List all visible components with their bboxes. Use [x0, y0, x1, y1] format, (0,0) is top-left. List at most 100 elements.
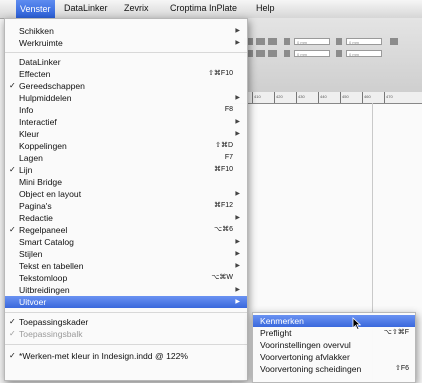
- submenu-arrow-icon: ▶: [235, 251, 240, 257]
- menu-item-schikken[interactable]: Schikken ▶: [5, 25, 247, 37]
- submenu-arrow-icon: ▶: [235, 40, 240, 46]
- submenu-item-voorvertoning-scheidingen[interactable]: Voorvertoning scheidingen ⇧F6: [253, 363, 415, 375]
- menu-item-object-en-layout[interactable]: Object en layout ▶: [5, 188, 247, 200]
- submenu-arrow-icon: ▶: [235, 28, 240, 34]
- menu-item-label: Toepassingsbalk: [19, 329, 83, 339]
- submenu-arrow-icon: ▶: [235, 191, 240, 197]
- submenu-item-shortcut: ⌥⇧⌘F: [383, 329, 409, 336]
- menu-item-label: Effecten: [19, 69, 51, 79]
- submenu-arrow-icon: ▶: [235, 131, 240, 137]
- menu-item-shortcut: ⌘F10: [213, 166, 233, 173]
- menu-item-smart-catalog[interactable]: Smart Catalog ▶: [5, 236, 247, 248]
- menu-item-shortcut: F7: [224, 154, 233, 161]
- indent-field[interactable]: 0 mm: [294, 50, 330, 57]
- menu-item-shortcut: ⌥⌘W: [211, 274, 233, 281]
- align-icon[interactable]: [268, 50, 277, 57]
- menu-separator: [5, 52, 247, 53]
- menu-item-koppelingen[interactable]: Koppelingen ⇧⌘D: [5, 140, 247, 152]
- checkmark-icon: ✓: [9, 81, 16, 90]
- menubar-item-venster[interactable]: Venster: [16, 0, 55, 18]
- ruler-line: [362, 92, 363, 103]
- menu-bar: Venster DataLinker Zevrix Croptima InPla…: [0, 0, 422, 19]
- menu-item-lagen[interactable]: Lagen F7: [5, 152, 247, 164]
- menu-item-label: Pagina's: [19, 201, 52, 211]
- menu-item-label: Kleur: [19, 129, 40, 139]
- submenu-arrow-icon: ▶: [235, 287, 240, 293]
- menu-item-interactief[interactable]: Interactief ▶: [5, 116, 247, 128]
- menu-item-info[interactable]: Info F8: [5, 104, 247, 116]
- submenu-item-preflight[interactable]: Preflight ⌥⇧⌘F: [253, 327, 415, 339]
- ruler-tick: 420: [276, 94, 283, 99]
- align-icon[interactable]: [256, 38, 265, 45]
- menu-item-uitbreidingen[interactable]: Uitbreidingen ▶: [5, 284, 247, 296]
- menu-item-mini-bridge[interactable]: Mini Bridge: [5, 176, 247, 188]
- menu-item-label: Redactie: [19, 213, 53, 223]
- menu-item-label: Uitvoer: [19, 297, 47, 307]
- menu-item-document-window[interactable]: ✓ *Werken-met kleur in Indesign.indd @ 1…: [5, 350, 247, 362]
- checkmark-icon: ✓: [9, 225, 16, 234]
- submenu-arrow-icon: ▶: [235, 263, 240, 269]
- spacing-icon: [336, 38, 342, 45]
- align-icon[interactable]: [256, 50, 265, 57]
- menubar-item-help[interactable]: Help: [256, 3, 275, 13]
- menu-item-label: Tekstomloop: [19, 273, 68, 283]
- menu-item-label: DataLinker: [19, 57, 61, 67]
- spacing-field[interactable]: 0 mm: [346, 38, 382, 45]
- align-icon[interactable]: [268, 38, 277, 45]
- menubar-item-croptima-inplate[interactable]: Croptima InPlate: [170, 3, 237, 13]
- menu-item-label: Koppelingen: [19, 141, 67, 151]
- ruler-line: [384, 92, 385, 103]
- menu-item-label: Object en layout: [19, 189, 82, 199]
- menu-item-hulpmiddelen[interactable]: Hulpmiddelen ▶: [5, 92, 247, 104]
- menu-item-regelpaneel[interactable]: ✓ Regelpaneel ⌥⌘6: [5, 224, 247, 236]
- indent-field[interactable]: 0 mm: [294, 38, 330, 45]
- ruler-line: [296, 92, 297, 103]
- menubar-item-datalinker[interactable]: DataLinker: [64, 3, 108, 13]
- menu-item-stijlen[interactable]: Stijlen ▶: [5, 248, 247, 260]
- menu-item-tekst-en-tabellen[interactable]: Tekst en tabellen ▶: [5, 260, 247, 272]
- mouse-pointer-icon: [352, 317, 361, 330]
- menu-item-label: Interactief: [19, 117, 57, 127]
- submenu-item-voorinstellingen-overvul[interactable]: Voorinstellingen overvul: [253, 339, 415, 351]
- menu-item-redactie[interactable]: Redactie ▶: [5, 212, 247, 224]
- control-panel-toolbar: 0 mm 0 mm 0 mm 0 mm: [232, 18, 422, 93]
- menu-item-label: Info: [19, 105, 34, 115]
- menu-item-datalinker[interactable]: DataLinker: [5, 56, 247, 68]
- menu-item-shortcut: ⌘F12: [213, 202, 233, 209]
- menu-item-paginas[interactable]: Pagina's ⌘F12: [5, 200, 247, 212]
- ruler-tick: 440: [320, 94, 327, 99]
- submenu-arrow-icon: ▶: [235, 239, 240, 245]
- menu-item-toepassingsbalk: ✓ Toepassingsbalk: [5, 328, 247, 340]
- menu-separator: [5, 344, 247, 345]
- ruler-line: [252, 92, 253, 103]
- menu-item-label: *Werken-met kleur in Indesign.indd @ 122…: [19, 351, 189, 361]
- menu-item-toepassingskader[interactable]: ✓ Toepassingskader: [5, 316, 247, 328]
- indent-icon: [284, 38, 290, 45]
- menu-item-label: Uitbreidingen: [19, 285, 70, 295]
- menu-item-label: Lagen: [19, 153, 43, 163]
- menu-item-werkruimte[interactable]: Werkruimte ▶: [5, 37, 247, 49]
- paragraph-icon[interactable]: [390, 38, 398, 45]
- submenu-item-label: Voorvertoning scheidingen: [260, 364, 362, 374]
- menu-item-label: Smart Catalog: [19, 237, 74, 247]
- menubar-item-zevrix[interactable]: Zevrix: [124, 3, 149, 13]
- submenu-arrow-icon: ▶: [235, 95, 240, 101]
- spacing-field[interactable]: 0 mm: [346, 50, 382, 57]
- venster-menu: Schikken ▶ Werkruimte ▶ DataLinker Effec…: [4, 18, 248, 381]
- menu-item-kleur[interactable]: Kleur ▶: [5, 128, 247, 140]
- menu-item-shortcut: ⇧⌘F10: [208, 70, 233, 77]
- menu-item-lijn[interactable]: ✓ Lijn ⌘F10: [5, 164, 247, 176]
- menu-item-label: Regelpaneel: [19, 225, 68, 235]
- ruler-tick: 450: [342, 94, 349, 99]
- submenu-arrow-icon: ▶: [235, 119, 240, 125]
- submenu-item-kenmerken[interactable]: Kenmerken: [253, 315, 415, 327]
- menu-item-uitvoer[interactable]: Uitvoer ▶: [5, 296, 247, 308]
- menu-item-gereedschappen[interactable]: ✓ Gereedschappen: [5, 80, 247, 92]
- submenu-item-voorvertoning-afvlakker[interactable]: Voorvertoning afvlakker: [253, 351, 415, 363]
- menu-item-tekstomloop[interactable]: Tekstomloop ⌥⌘W: [5, 272, 247, 284]
- menu-item-effecten[interactable]: Effecten ⇧⌘F10: [5, 68, 247, 80]
- submenu-item-label: Preflight: [260, 328, 292, 338]
- menu-item-label: Tekst en tabellen: [19, 261, 84, 271]
- ruler-line: [318, 92, 319, 103]
- ruler-tick: 410: [254, 94, 261, 99]
